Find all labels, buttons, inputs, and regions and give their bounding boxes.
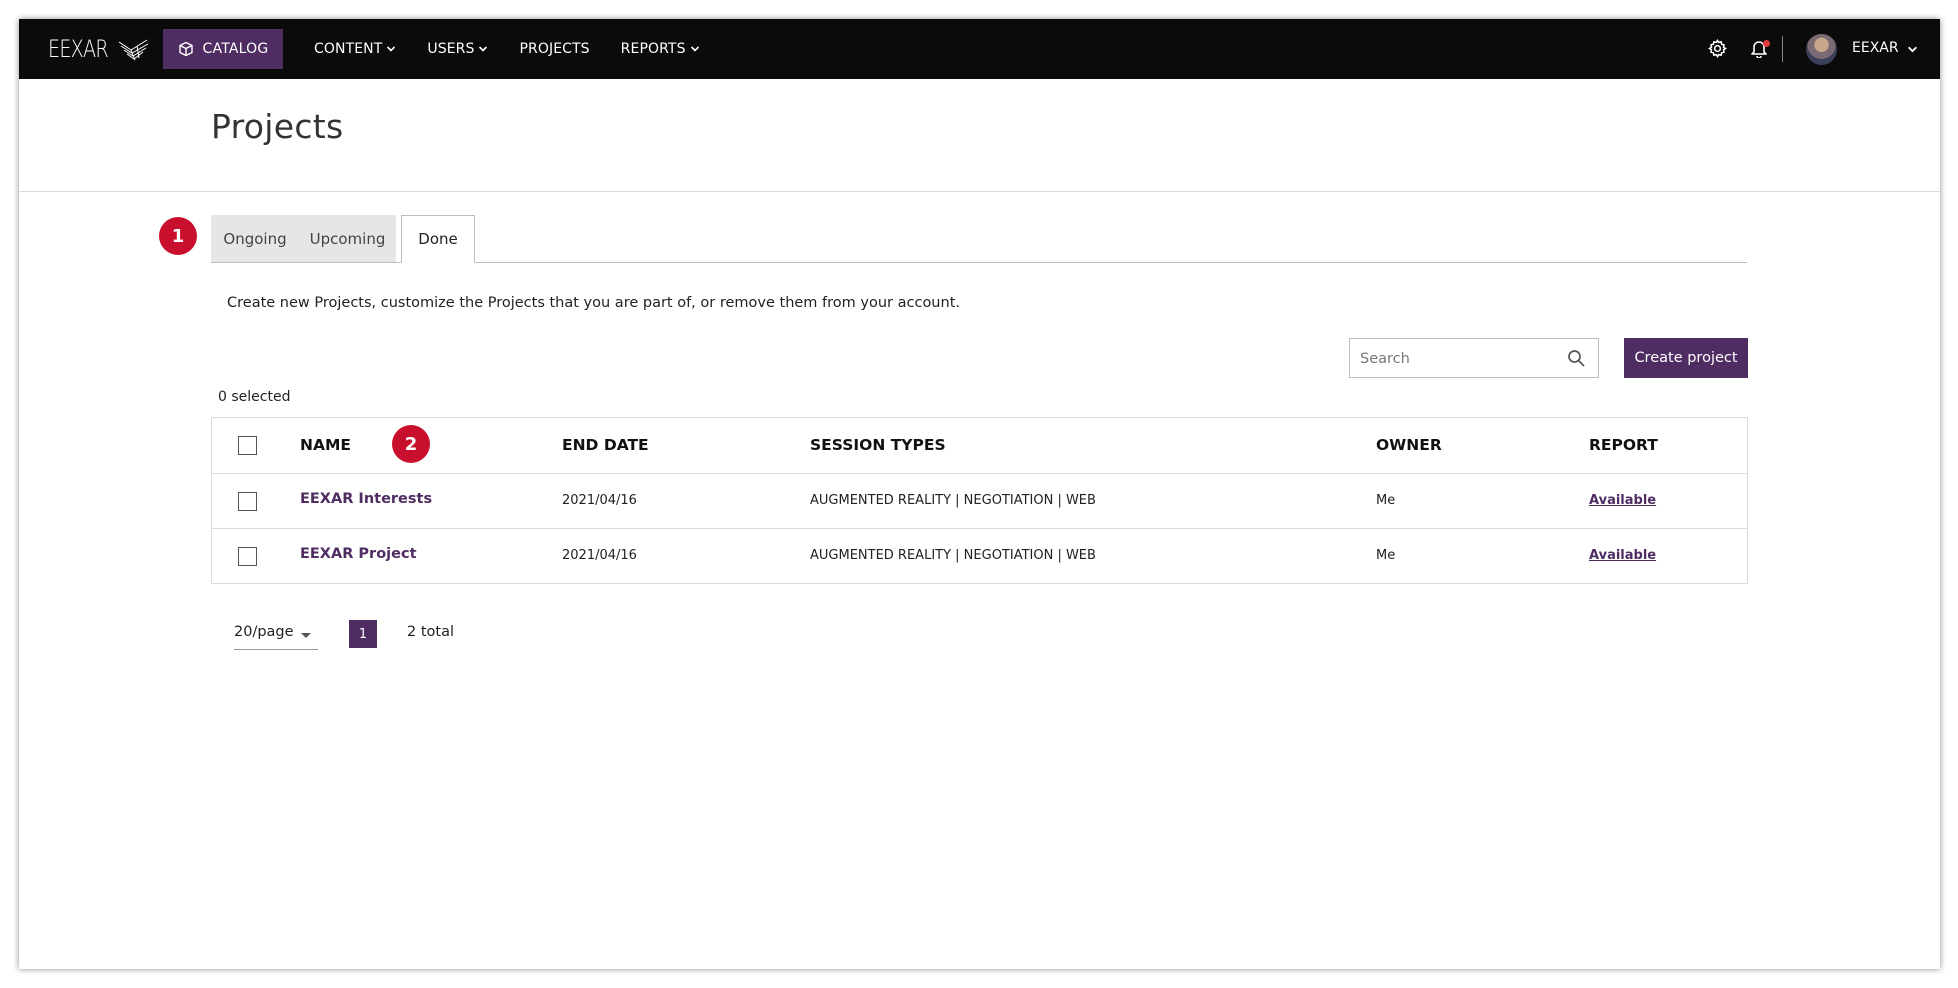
search-icon[interactable] <box>1567 349 1586 368</box>
page-title: Projects <box>211 107 344 146</box>
nav-item-users[interactable]: USERS <box>427 41 488 57</box>
nav-item-label: PROJECTS <box>519 41 590 57</box>
project-name-link[interactable]: EEXAR Project <box>300 546 417 562</box>
chevron-down-icon[interactable] <box>1907 44 1918 55</box>
tab-ongoing[interactable]: Ongoing <box>211 215 299 262</box>
avatar[interactable] <box>1806 34 1837 65</box>
project-tabs: Ongoing Upcoming Done <box>211 215 1747 263</box>
logo[interactable]: EEXAR <box>48 35 151 63</box>
select-all-checkbox[interactable] <box>238 436 257 455</box>
report-link[interactable]: Available <box>1589 548 1656 563</box>
column-header-report: REPORT <box>1589 436 1658 454</box>
nav-item-label: USERS <box>427 41 475 57</box>
logo-bird-icon <box>118 39 149 61</box>
owner: Me <box>1376 493 1396 508</box>
page-size-value: 20/page <box>234 624 294 640</box>
top-navbar: EEXAR CATALOG CONTENT USERS PROJECTS REP… <box>19 19 1940 79</box>
column-header-session-types: SESSION TYPES <box>810 436 946 454</box>
nav-item-reports[interactable]: REPORTS <box>621 41 700 57</box>
settings-icon[interactable] <box>1708 39 1727 58</box>
search-input[interactable] <box>1360 348 1560 370</box>
catalog-label: CATALOG <box>202 41 269 57</box>
logo-text: EEXAR <box>48 35 109 63</box>
session-types: AUGMENTED REALITY | NEGOTIATION | WEB <box>810 493 1096 508</box>
column-header-owner: OWNER <box>1376 436 1442 454</box>
create-project-button[interactable]: Create project <box>1624 338 1748 378</box>
owner: Me <box>1376 548 1396 563</box>
row-checkbox[interactable] <box>238 492 257 511</box>
annotation-badge: 2 <box>392 425 430 463</box>
end-date: 2021/04/16 <box>562 493 637 508</box>
total-count: 2 total <box>407 624 454 640</box>
caret-down-icon <box>301 633 311 638</box>
main-nav: CONTENT USERS PROJECTS REPORTS <box>314 19 731 79</box>
row-checkbox[interactable] <box>238 547 257 566</box>
page-size-select[interactable]: 20/page <box>234 620 318 650</box>
nav-item-label: REPORTS <box>620 41 686 57</box>
table-row: EEXAR Project 2021/04/16 AUGMENTED REALI… <box>212 529 1747 584</box>
session-types: AUGMENTED REALITY | NEGOTIATION | WEB <box>810 548 1096 563</box>
notification-dot <box>1763 40 1770 47</box>
chevron-down-icon <box>690 46 699 52</box>
chevron-down-icon <box>479 46 488 52</box>
project-name-link[interactable]: EEXAR Interests <box>300 491 432 507</box>
divider <box>1782 36 1783 62</box>
catalog-button[interactable]: CATALOG <box>163 29 283 69</box>
projects-table: NAME END DATE SESSION TYPES OWNER REPORT… <box>211 417 1748 584</box>
annotation-badge: 1 <box>159 217 197 255</box>
selected-count: 0 selected <box>218 389 291 405</box>
nav-item-projects[interactable]: PROJECTS <box>519 41 589 57</box>
search-box[interactable] <box>1349 338 1599 378</box>
nav-item-content[interactable]: CONTENT <box>314 41 396 57</box>
chevron-down-icon <box>387 46 396 52</box>
column-header-end-date[interactable]: END DATE <box>562 436 649 454</box>
tab-upcoming[interactable]: Upcoming <box>299 215 396 262</box>
table-row: EEXAR Interests 2021/04/16 AUGMENTED REA… <box>212 474 1747 529</box>
user-name[interactable]: EEXAR <box>1852 40 1899 56</box>
app-window: EEXAR CATALOG CONTENT USERS PROJECTS REP… <box>19 19 1940 969</box>
page-number-button[interactable]: 1 <box>349 620 377 648</box>
nav-item-label: CONTENT <box>314 41 383 57</box>
cube-icon <box>178 41 193 57</box>
report-link[interactable]: Available <box>1589 493 1656 508</box>
table-header-row: NAME END DATE SESSION TYPES OWNER REPORT <box>212 418 1747 474</box>
tab-done[interactable]: Done <box>401 215 475 263</box>
page-description: Create new Projects, customize the Proje… <box>227 295 960 311</box>
column-header-name[interactable]: NAME <box>300 436 351 454</box>
page-header: Projects <box>19 79 1940 192</box>
end-date: 2021/04/16 <box>562 548 637 563</box>
